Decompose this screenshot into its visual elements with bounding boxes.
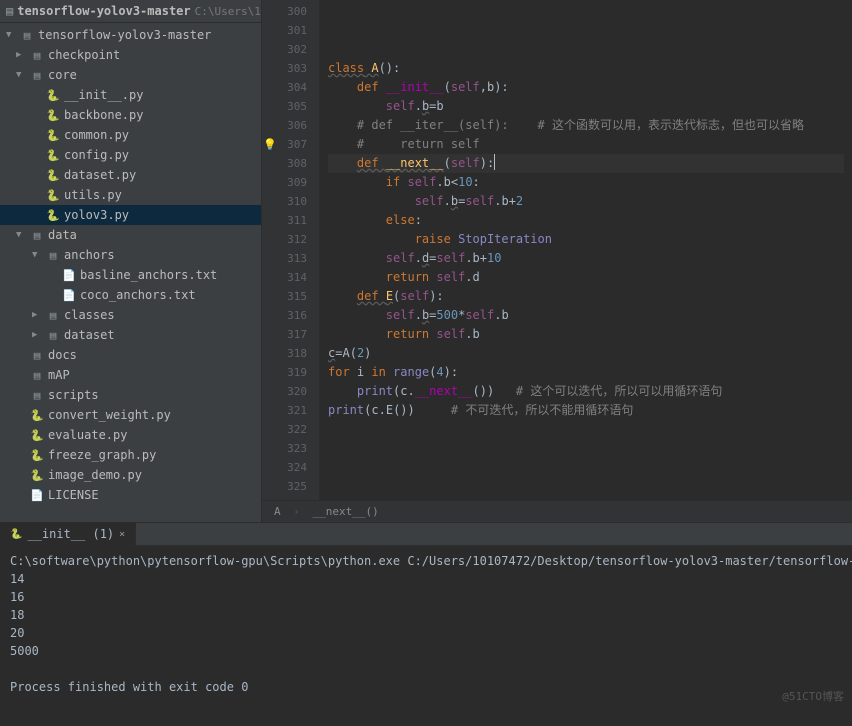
python-file-icon: 🐍	[46, 88, 60, 102]
chevron-right-icon: ›	[293, 505, 300, 518]
folder-scripts[interactable]: ▤scripts	[0, 385, 261, 405]
folder-icon: ▤	[30, 368, 44, 382]
folder-icon: ▤	[30, 48, 44, 62]
folder-core[interactable]: ▼▤core	[0, 65, 261, 85]
breadcrumb-method[interactable]: __next__()	[313, 505, 379, 518]
line-gutter: 300 301 302 303 304 305 306 💡307 308 309…	[262, 0, 320, 500]
file-common[interactable]: 🐍common.py	[0, 125, 261, 145]
python-file-icon: 🐍	[30, 408, 44, 422]
file-dataset[interactable]: 🐍dataset.py	[0, 165, 261, 185]
project-icon: ▤	[6, 4, 13, 18]
python-file-icon: 🐍	[46, 188, 60, 202]
file-config[interactable]: 🐍config.py	[0, 145, 261, 165]
terminal-output-line: 5000	[10, 642, 842, 660]
folder-checkpoint[interactable]: ▶▤checkpoint	[0, 45, 261, 65]
folder-icon: ▤	[46, 248, 60, 262]
editor-pane: 300 301 302 303 304 305 306 💡307 308 309…	[262, 0, 852, 522]
file-backbone[interactable]: 🐍backbone.py	[0, 105, 261, 125]
file-freeze[interactable]: 🐍freeze_graph.py	[0, 445, 261, 465]
folder-icon: ▤	[30, 388, 44, 402]
main-area: ▤ tensorflow-yolov3-master C:\Users\1010…	[0, 0, 852, 522]
terminal-tab[interactable]: 🐍 __init__ (1) ×	[0, 523, 136, 545]
code-content[interactable]: class A(): def __init__(self,b): self.b=…	[320, 0, 852, 500]
folder-map[interactable]: ▤mAP	[0, 365, 261, 385]
folder-docs[interactable]: ▤docs	[0, 345, 261, 365]
python-file-icon: 🐍	[46, 148, 60, 162]
root-folder[interactable]: ▼▤tensorflow-yolov3-master	[0, 25, 261, 45]
file-coco-anchors[interactable]: 📄coco_anchors.txt	[0, 285, 261, 305]
python-file-icon: 🐍	[30, 428, 44, 442]
folder-icon: ▤	[30, 228, 44, 242]
project-header[interactable]: ▤ tensorflow-yolov3-master C:\Users\1010…	[0, 0, 261, 23]
project-name: tensorflow-yolov3-master	[17, 4, 190, 18]
python-file-icon: 🐍	[46, 168, 60, 182]
folder-data[interactable]: ▼▤data	[0, 225, 261, 245]
folder-icon: ▤	[30, 68, 44, 82]
terminal-tabs: 🐍 __init__ (1) ×	[0, 523, 852, 546]
watermark: @51CTO博客	[782, 688, 844, 704]
file-utils[interactable]: 🐍utils.py	[0, 185, 261, 205]
code-editor[interactable]: 300 301 302 303 304 305 306 💡307 308 309…	[262, 0, 852, 500]
file-image-demo[interactable]: 🐍image_demo.py	[0, 465, 261, 485]
terminal-output-line: 14	[10, 570, 842, 588]
project-path: C:\Users\10107472	[195, 5, 262, 18]
terminal-output[interactable]: C:\software\python\pytensorflow-gpu\Scri…	[0, 546, 852, 726]
python-file-icon: 🐍	[10, 529, 22, 540]
text-file-icon: 📄	[30, 488, 44, 502]
folder-icon: ▤	[46, 308, 60, 322]
terminal-panel: 🐍 __init__ (1) × C:\software\python\pyte…	[0, 522, 852, 726]
python-file-icon: 🐍	[46, 128, 60, 142]
terminal-tab-label: __init__ (1)	[27, 527, 114, 541]
terminal-output-line: 20	[10, 624, 842, 642]
text-file-icon: 📄	[62, 288, 76, 302]
folder-icon: ▤	[46, 328, 60, 342]
file-license[interactable]: 📄LICENSE	[0, 485, 261, 505]
breadcrumb[interactable]: A › __next__()	[262, 500, 852, 522]
folder-classes[interactable]: ▶▤classes	[0, 305, 261, 325]
project-sidebar: ▤ tensorflow-yolov3-master C:\Users\1010…	[0, 0, 262, 522]
terminal-command: C:\software\python\pytensorflow-gpu\Scri…	[10, 552, 842, 570]
file-evaluate[interactable]: 🐍evaluate.py	[0, 425, 261, 445]
terminal-output-line: 16	[10, 588, 842, 606]
folder-dataset2[interactable]: ▶▤dataset	[0, 325, 261, 345]
text-cursor	[494, 154, 495, 170]
file-init[interactable]: 🐍__init__.py	[0, 85, 261, 105]
file-tree: ▼▤tensorflow-yolov3-master ▶▤checkpoint …	[0, 23, 261, 507]
file-baseline-anchors[interactable]: 📄basline_anchors.txt	[0, 265, 261, 285]
python-file-icon: 🐍	[30, 468, 44, 482]
terminal-output-line: 18	[10, 606, 842, 624]
breadcrumb-class[interactable]: A	[274, 505, 281, 518]
file-yolov3[interactable]: 🐍yolov3.py	[0, 205, 261, 225]
python-file-icon: 🐍	[46, 108, 60, 122]
python-file-icon: 🐍	[30, 448, 44, 462]
folder-anchors[interactable]: ▼▤anchors	[0, 245, 261, 265]
folder-icon: ▤	[30, 348, 44, 362]
text-file-icon: 📄	[62, 268, 76, 282]
terminal-exit-status: Process finished with exit code 0	[10, 678, 842, 696]
python-file-icon: 🐍	[46, 208, 60, 222]
intention-bulb-icon[interactable]: 💡	[263, 135, 277, 154]
file-convert[interactable]: 🐍convert_weight.py	[0, 405, 261, 425]
folder-icon: ▤	[20, 28, 34, 42]
close-icon[interactable]: ×	[119, 529, 125, 540]
